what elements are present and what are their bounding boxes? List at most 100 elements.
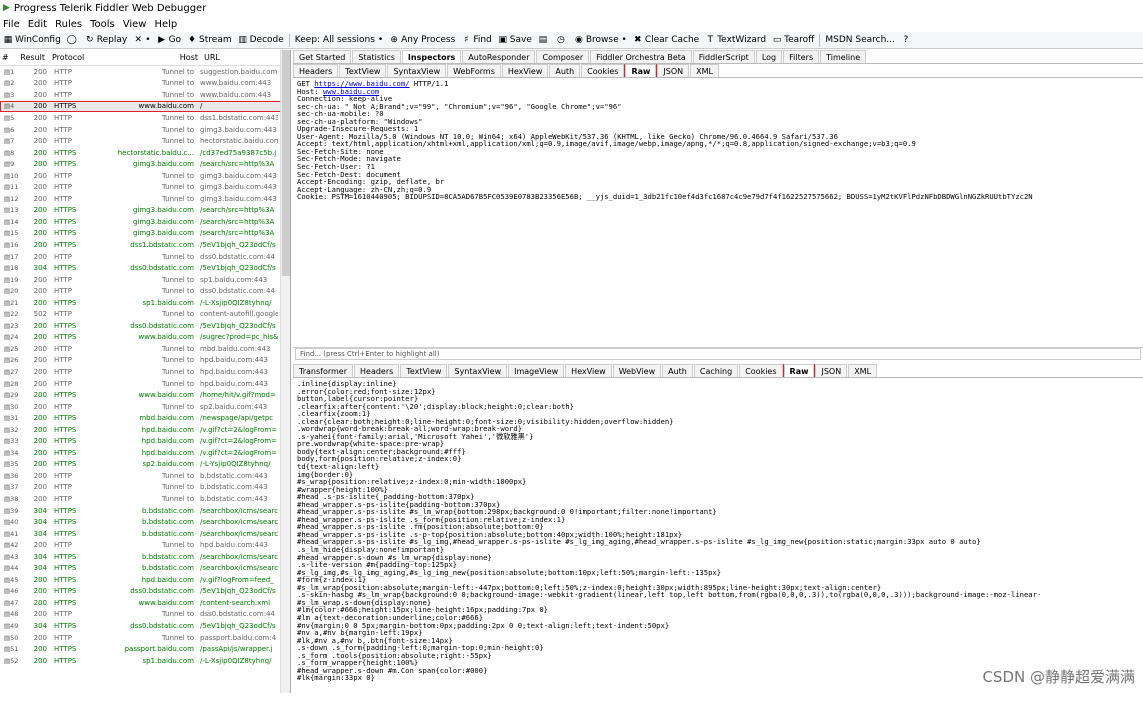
scrollbar-thumb[interactable] [282, 50, 290, 276]
tab-textview[interactable]: TextView [339, 64, 387, 77]
session-row[interactable]: ▤18 304 HTTPS dss0.bdstatic.com/5eV1bjqh_Q2… [0, 262, 290, 274]
tab-caching[interactable]: Caching [693, 364, 739, 377]
session-row[interactable]: ▤47 200 HTTPS www.baidu.com/content-search.… [0, 597, 290, 609]
tab-composer[interactable]: Composer [536, 50, 590, 63]
stream-button[interactable]: ♦ Stream [184, 33, 235, 48]
tab-inspectors[interactable]: Inspectors [401, 50, 462, 63]
tab-raw[interactable]: Raw [624, 64, 658, 77]
session-row[interactable]: ▤3 200 HTTP Tunnel to www.baidu.com:443 [0, 89, 290, 101]
session-row[interactable]: ▤35 200 HTTPS sp2.baidu.com /-L-Ysjip0QIZ8ty… [0, 459, 290, 471]
tab-auth[interactable]: Auth [662, 364, 693, 377]
session-row[interactable]: ▤50 200 HTTP Tunnel to passport.baidu.com:4 [0, 632, 290, 644]
tab-raw[interactable]: Raw [782, 364, 816, 377]
go-button[interactable]: ▶ Go [154, 33, 184, 48]
session-row[interactable]: ▤21 200 HTTPS sp1.baidu.com /-L-Xsjip0QIZ8ty… [0, 297, 290, 309]
session-row[interactable]: ▤26 200 HTTP Tunnel to hpd.baidu.com:443 [0, 355, 290, 367]
session-row[interactable]: ▤32 200 HTTPS hpd.baidu.com/v.gif?ct=2&logF… [0, 424, 290, 436]
session-row[interactable]: ▤20 200 HTTP Tunnel to dss0.bdstatic.com:44 [0, 285, 290, 297]
session-row[interactable]: ▤48 200 HTTP Tunnel to dss0.bdstatic.com:44 [0, 609, 290, 621]
winconfig-button[interactable]: ▦ WinConfig [0, 33, 64, 48]
session-row[interactable]: ▤33 200 HTTPS hpd.baidu.com/v.gif?ct=2&logF… [0, 436, 290, 448]
tab-json[interactable]: JSON [815, 364, 848, 377]
tab-webforms[interactable]: WebForms [447, 64, 501, 77]
tab-headers[interactable]: Headers [293, 64, 339, 77]
save-button[interactable]: ▣ Save [495, 33, 535, 48]
tab-syntaxview[interactable]: SyntaxView [448, 364, 508, 377]
tab-hexview[interactable]: HexView [501, 64, 549, 77]
session-row[interactable]: ▤19 200 HTTP Tunnel to sp1.baidu.com:443 [0, 274, 290, 286]
textwizard-button[interactable]: T TextWizard [702, 33, 769, 48]
session-row[interactable]: ▤14 200 HTTPS gimg3.baidu.com/search/src=ht… [0, 216, 290, 228]
clear-cache-button[interactable]: ✖ Clear Cache [630, 33, 702, 48]
tab-webview[interactable]: WebView [612, 364, 662, 377]
tab-hexview[interactable]: HexView [565, 364, 612, 377]
session-row[interactable]: ▤9 200 HTTPS gimg3.baidu.com/search/src=htt… [0, 158, 290, 170]
session-row[interactable]: ▤41 304 HTTPS b.bdstatic.com/searchbox/icms… [0, 528, 290, 540]
session-row[interactable]: ▤36 200 HTTP Tunnel to b.bdstatic.com:443 [0, 470, 290, 482]
column-header-3[interactable]: Host [90, 53, 200, 62]
request-raw-view[interactable]: GET https://www.baidu.com/ HTTP/1.1 Host… [293, 78, 1143, 308]
tab-json[interactable]: JSON [657, 64, 690, 77]
tab-imageview[interactable]: ImageView [508, 364, 565, 377]
session-row[interactable]: ▤34 200 HTTPS hpd.baidu.com/v.gif?ct=2&logF… [0, 447, 290, 459]
session-row[interactable]: ▤23 200 HTTPS dss0.bdstatic.com/5eV1bjqh_Q2… [0, 320, 290, 332]
tab-cookies[interactable]: Cookies [581, 64, 625, 77]
column-header-2[interactable]: Protocol [48, 53, 90, 62]
session-row[interactable]: ▤16 200 HTTPS dss1.bdstatic.com/5eV1bjqh_Q2… [0, 239, 290, 251]
session-row[interactable]: ▤6 200 HTTP Tunnel to gimg3.baidu.com:443 [0, 124, 290, 136]
msdn-search[interactable]: MSDN Search... [822, 33, 898, 48]
keep-sessions-dropdown[interactable]: Keep: All sessions • [292, 33, 386, 48]
tab-xml[interactable]: XML [690, 64, 719, 77]
session-row[interactable]: ▤10 200 HTTP Tunnel to gimg3.baidu.com:443 [0, 170, 290, 182]
session-row[interactable]: ▤12 200 HTTP Tunnel to gimg3.baidu.com:443 [0, 193, 290, 205]
session-row[interactable]: ▤27 200 HTTP Tunnel to hpd.baidu.com:443 [0, 366, 290, 378]
browse-button[interactable]: ◉ Browse • [571, 33, 630, 48]
session-row[interactable]: ▤8 200 HTTPS hectorstatic.baidu.c... /cd37ed… [0, 147, 290, 159]
find-button[interactable]: ♯ Find [458, 33, 494, 48]
session-row[interactable]: ▤49 304 HTTPS dss0.bdstatic.com/5eV1bjqh_Q2… [0, 620, 290, 632]
session-row[interactable]: ▤28 200 HTTP Tunnel to hpd.baidu.com:443 [0, 378, 290, 390]
session-row[interactable]: ▤13 200 HTTPS gimg3.baidu.com/search/src=ht… [0, 205, 290, 217]
tab-auth[interactable]: Auth [549, 64, 581, 77]
session-row[interactable]: ▤37 200 HTTP Tunnel to b.bdstatic.com:443 [0, 482, 290, 494]
session-row[interactable]: ▤45 200 HTTPS hpd.baidu.com/v.gif?logFrom=f… [0, 574, 290, 586]
find-input[interactable]: Find... (press Ctrl+Enter to highlight a… [295, 348, 1141, 360]
tab-get-started[interactable]: Get Started [293, 50, 352, 63]
session-row[interactable]: ▤31 200 HTTPS mbd.baidu.com/newspage/api/ge… [0, 412, 290, 424]
column-header-1[interactable]: Result [14, 53, 48, 62]
session-row[interactable]: ▤30 200 HTTP Tunnel to sp2.baidu.com:443 [0, 401, 290, 413]
menu-file[interactable]: File [3, 19, 20, 30]
session-row[interactable]: ▤29 200 HTTPS www.baidu.com/home/hit/v.gif?… [0, 389, 290, 401]
session-row[interactable]: ▤1 200 HTTP Tunnel to suggestion.baidu.com [0, 66, 290, 78]
tab-filters[interactable]: Filters [783, 50, 820, 63]
session-row[interactable]: ▤17 200 HTTP Tunnel to dss0.bdstatic.com:44 [0, 251, 290, 263]
menu-help[interactable]: Help [154, 19, 177, 30]
tearoff-button[interactable]: ▭ Tearoff [769, 33, 817, 48]
session-row[interactable]: ▤2 200 HTTP Tunnel to www.baidu.com:443 [0, 78, 290, 90]
tab-fiddler-orchestra-beta[interactable]: Fiddler Orchestra Beta [590, 50, 692, 63]
menu-tools[interactable]: Tools [90, 19, 115, 30]
session-row[interactable]: ▤11 200 HTTP Tunnel to gimg3.baidu.com:443 [0, 181, 290, 193]
session-row[interactable]: ▤46 200 HTTPS dss0.bdstatic.com/5eV1bjqh_Q2… [0, 586, 290, 598]
session-row[interactable]: ▤22 502 HTTP Tunnel to content-autofill.goog… [0, 308, 290, 320]
tab-headers[interactable]: Headers [354, 364, 400, 377]
tab-log[interactable]: Log [755, 50, 783, 63]
screenshot-button[interactable]: ▤ [535, 33, 553, 48]
tab-xml[interactable]: XML [848, 364, 878, 377]
session-row[interactable]: ▤38 200 HTTP Tunnel to b.bdstatic.com:443 [0, 493, 290, 505]
help-button[interactable]: ? [898, 33, 916, 48]
session-row[interactable]: ▤15 200 HTTPS gimg3.baidu.com/search/src=ht… [0, 228, 290, 240]
session-row[interactable]: ▤25 200 HTTP Tunnel to mbd.baidu.com:443 [0, 343, 290, 355]
tab-statistics[interactable]: Statistics [352, 50, 401, 63]
session-row[interactable]: ▤5 200 HTTP Tunnel to dss1.bdstatic.com:443 [0, 112, 290, 124]
menu-rules[interactable]: Rules [55, 19, 82, 30]
comment-button[interactable]: ◯ [64, 33, 82, 48]
session-row[interactable]: ▤24 200 HTTPS www.baidu.com/sugrec?prod=pc_… [0, 332, 290, 344]
response-raw-view[interactable]: .inline{display:inline} .error{color:red… [293, 378, 1143, 703]
session-list-scrollbar[interactable] [280, 50, 290, 693]
session-row[interactable]: ▤44 304 HTTPS b.bdstatic.com/searchbox/icms… [0, 563, 290, 575]
any-process-button[interactable]: ⊕ Any Process [386, 33, 458, 48]
menu-view[interactable]: View [123, 19, 147, 30]
tab-cookies[interactable]: Cookies [739, 364, 783, 377]
session-row[interactable]: ▤42 200 HTTP Tunnel to hpd.baidu.com:443 [0, 539, 290, 551]
